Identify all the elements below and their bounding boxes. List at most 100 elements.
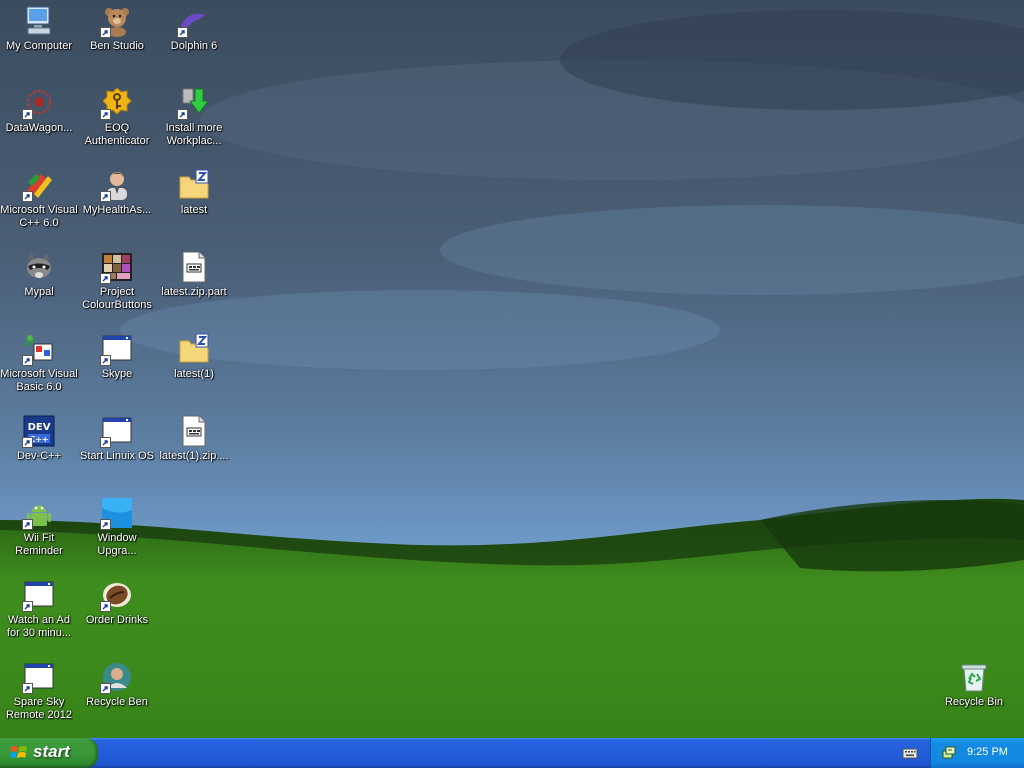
part-file-icon <box>177 250 211 284</box>
desktop-icon-spare-sky-remote-2012[interactable]: Spare Sky Remote 2012 <box>0 660 78 722</box>
window-app-icon <box>100 414 134 448</box>
desktop-icon-datawagon[interactable]: DataWagon... <box>0 86 78 135</box>
android-icon <box>22 496 56 530</box>
desktop-icon-label: Spare Sky Remote 2012 <box>5 696 73 721</box>
desktop-icon-label: Project ColourButtons <box>82 286 152 311</box>
shortcut-arrow-icon <box>22 519 33 530</box>
download-arrow-icon <box>177 86 211 120</box>
keyboard-icon[interactable] <box>902 746 918 760</box>
desktop-icon-myhealthas[interactable]: MyHealthAs... <box>78 168 156 217</box>
coffee-bean-icon <box>100 578 134 612</box>
shortcut-arrow-icon <box>100 519 111 530</box>
desktop-icon-dolphin-6[interactable]: Dolphin 6 <box>155 4 233 53</box>
shortcut-arrow-icon <box>177 109 188 120</box>
desktop-icon-window-upgra[interactable]: Window Upgra... <box>78 496 156 558</box>
desktop-icon-label: latest(1) <box>174 368 214 380</box>
teddy-bear-icon <box>100 4 134 38</box>
key-badge-icon <box>100 86 134 120</box>
desktop-icon-label: Wii Fit Reminder <box>15 532 63 557</box>
desktop-icon-label: Install more Workplac... <box>165 122 223 147</box>
desktop[interactable]: My Computer Ben Studio Dolphin 6 DataWagon.… <box>0 0 1024 738</box>
shortcut-arrow-icon <box>22 355 33 366</box>
part-file-icon <box>177 414 211 448</box>
desktop-icon-label: Start Linuix OS <box>80 450 154 462</box>
desktop-icon-recycle-ben[interactable]: Recycle Ben <box>78 660 156 709</box>
desktop-icon-project-colourbuttons[interactable]: Project ColourButtons <box>78 250 156 312</box>
desktop-icon-label: Ben Studio <box>90 40 144 52</box>
desktop-icon-label: latest(1).zip.... <box>159 450 229 462</box>
window-app-icon <box>22 660 56 694</box>
desktop-icon-label: Window Upgra... <box>97 532 137 557</box>
desktop-icon-label: Dolphin 6 <box>170 40 218 52</box>
shortcut-arrow-icon <box>100 601 111 612</box>
desktop-icon-label: Watch an Ad for 30 minu... <box>6 614 72 639</box>
desktop-icon-label: MyHealthAs... <box>82 204 152 216</box>
start-button[interactable]: start <box>0 738 98 768</box>
desktop-icon-order-drinks[interactable]: Order Drinks <box>78 578 156 627</box>
desktop-icon-microsoft-visual-basic-6-0[interactable]: Microsoft Visual Basic 6.0 <box>0 332 78 394</box>
desktop-icon-latest-1[interactable]: latest(1) <box>155 332 233 381</box>
window-app-icon <box>100 332 134 366</box>
desktop-icon-watch-an-ad-for-30-minu[interactable]: Watch an Ad for 30 minu... <box>0 578 78 640</box>
shortcut-arrow-icon <box>22 109 33 120</box>
desktop-icon-wii-fit-reminder[interactable]: Wii Fit Reminder <box>0 496 78 558</box>
svg-text:DEV: DEV <box>28 422 51 433</box>
desktop-icon-label: Microsoft Visual Basic 6.0 <box>0 368 78 393</box>
desktop-icon-label: Dev-C++ <box>16 450 62 462</box>
shortcut-arrow-icon <box>22 683 33 694</box>
desktop-icon-label: DataWagon... <box>5 122 73 134</box>
desktop-icon-skype[interactable]: Skype <box>78 332 156 381</box>
desktop-icon-label: latest <box>180 204 208 216</box>
visual-cpp-icon <box>22 168 56 202</box>
desktop-icon-label: Skype <box>101 368 133 380</box>
visual-basic-icon <box>22 332 56 366</box>
photo-collage-icon <box>100 250 134 284</box>
person-photo-icon <box>100 660 134 694</box>
shortcut-arrow-icon <box>22 601 33 612</box>
desktop-icon-label: Recycle Bin <box>944 696 1004 708</box>
desktop-icon-label: Order Drinks <box>85 614 149 626</box>
shortcut-arrow-icon <box>100 273 111 284</box>
desktop-icon-label: latest.zip.part <box>161 286 227 298</box>
desktop-icon-label: Recycle Ben <box>86 696 148 708</box>
shortcut-arrow-icon <box>22 191 33 202</box>
windows-tile-icon <box>100 496 134 530</box>
dev-cpp-icon: DEV C++ <box>22 414 56 448</box>
system-tray: 9:25 PM <box>930 738 1024 768</box>
desktop-icon-microsoft-visual-c-6-0[interactable]: Microsoft Visual C++ 6.0 <box>0 168 78 230</box>
shortcut-arrow-icon <box>100 683 111 694</box>
shortcut-arrow-icon <box>100 437 111 448</box>
zip-folder-icon <box>177 332 211 366</box>
zip-folder-icon <box>177 168 211 202</box>
desktop-icon-label: Microsoft Visual C++ 6.0 <box>0 204 78 229</box>
desktop-icon-my-computer[interactable]: My Computer <box>0 4 78 53</box>
shortcut-arrow-icon <box>177 27 188 38</box>
shortcut-arrow-icon <box>100 191 111 202</box>
desktop-icon-latest-1-zip[interactable]: latest(1).zip.... <box>155 414 233 463</box>
desktop-icon-recycle-bin[interactable]: Recycle Bin <box>935 660 1013 709</box>
desktop-icon-dev-c[interactable]: DEV C++ Dev-C++ <box>0 414 78 463</box>
desktop-icon-label: My Computer <box>5 40 73 52</box>
raccoon-icon <box>22 250 56 284</box>
desktop-icon-latest[interactable]: latest <box>155 168 233 217</box>
shortcut-arrow-icon <box>22 437 33 448</box>
shortcut-arrow-icon <box>100 355 111 366</box>
person-icon <box>100 168 134 202</box>
desktop-icon-label: Mypal <box>24 286 54 298</box>
desktop-icon-mypal[interactable]: Mypal <box>0 250 78 299</box>
desktop-icon-label: EOQ Authenticator <box>84 122 150 147</box>
taskbar: start 9:25 PM <box>0 738 1024 768</box>
desktop-icon-latest-zip-part[interactable]: latest.zip.part <box>155 250 233 299</box>
clock[interactable]: 9:25 PM <box>967 746 1008 758</box>
desktop-icon-start-linuix-os[interactable]: Start Linuix OS <box>78 414 156 463</box>
datawagon-icon <box>22 86 56 120</box>
desktop-icon-ben-studio[interactable]: Ben Studio <box>78 4 156 53</box>
start-label: start <box>33 742 70 761</box>
windows-logo-icon <box>10 746 27 758</box>
window-app-icon <box>22 578 56 612</box>
desktop-icon-eoq-authenticator[interactable]: EOQ Authenticator <box>78 86 156 148</box>
desktop-icon-install-more-workplac[interactable]: Install more Workplac... <box>155 86 233 148</box>
shortcut-arrow-icon <box>100 27 111 38</box>
recycle-bin-icon <box>957 660 991 694</box>
network-icon[interactable] <box>941 745 957 761</box>
